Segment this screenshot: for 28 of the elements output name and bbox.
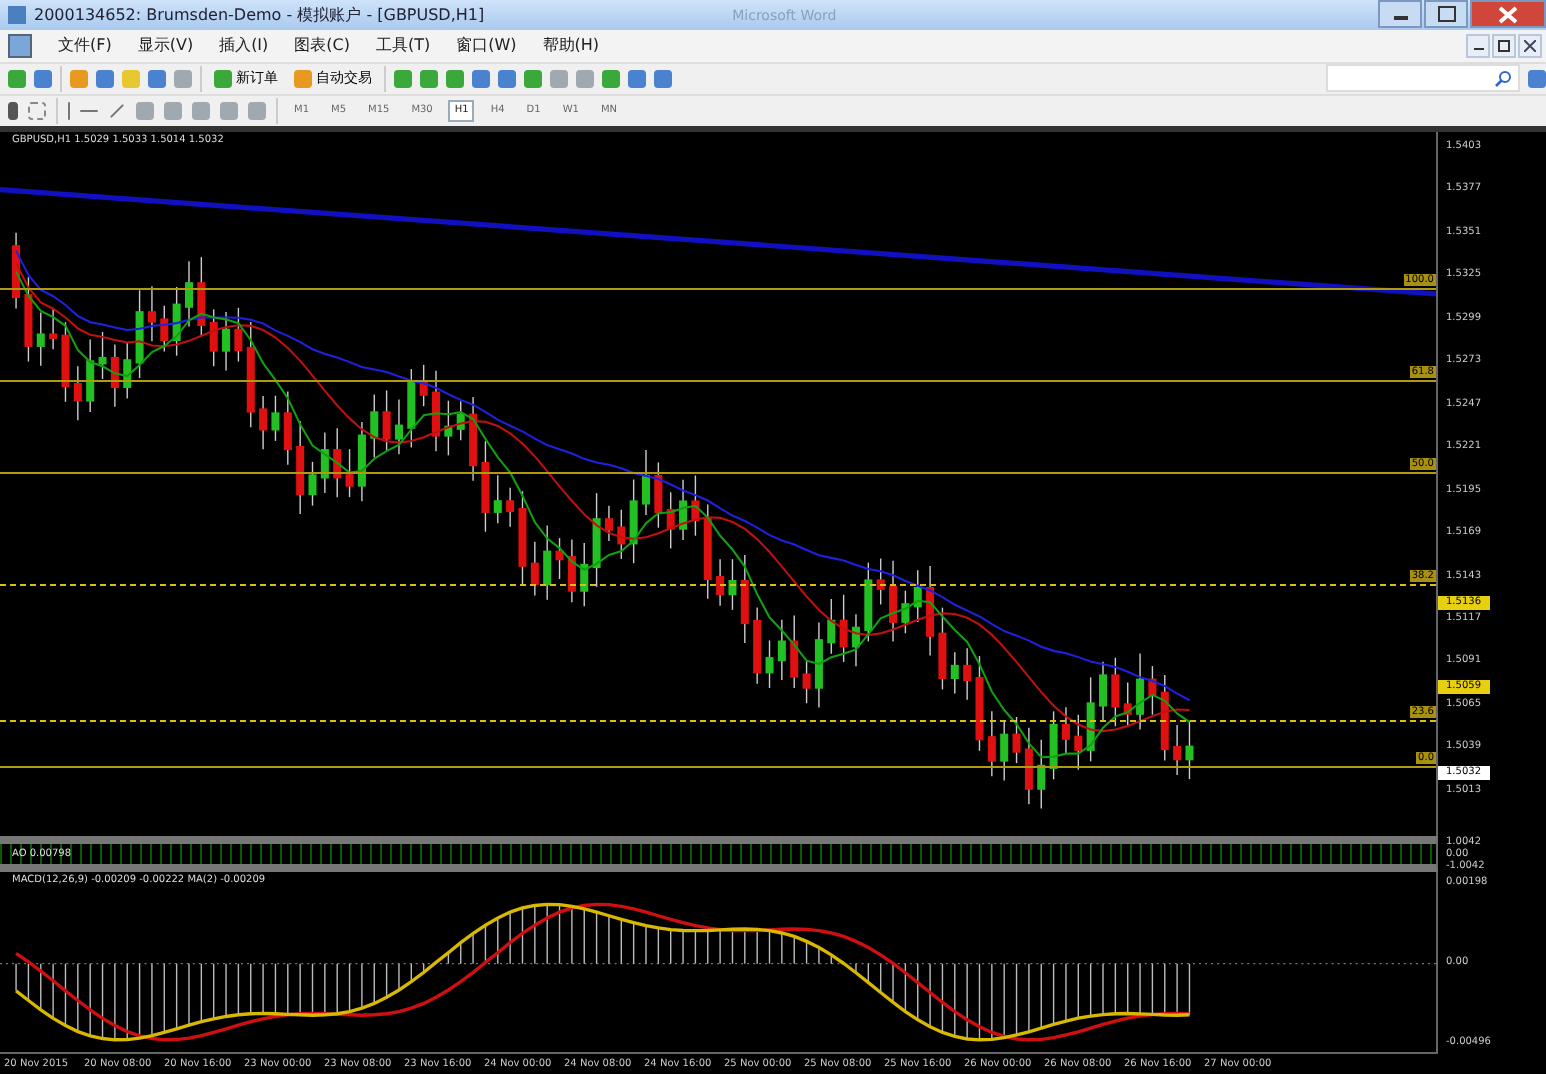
restore-button[interactable]: [1492, 33, 1516, 58]
close-button[interactable]: [1470, 0, 1546, 28]
minimize-button[interactable]: [1378, 0, 1422, 28]
close-icon: [1498, 5, 1518, 23]
maximize-button[interactable]: [1424, 0, 1468, 28]
trend-line[interactable]: [0, 187, 1436, 297]
menu-item[interactable]: 帮助(H): [542, 34, 600, 57]
vertical-line-icon[interactable]: [68, 101, 70, 120]
menu-item[interactable]: 插入(I): [219, 34, 269, 57]
horizontal-line-icon[interactable]: [80, 109, 98, 112]
menu-item[interactable]: 窗口(W): [456, 34, 517, 57]
restore-icon: [1498, 39, 1510, 52]
window-title: 2000134652: Brumsden-Demo - 模拟账户 - [GBPUSD,H1]: [34, 4, 485, 27]
close-button[interactable]: [1518, 33, 1542, 58]
menu-item[interactable]: 工具(T): [376, 34, 431, 57]
minimize-button[interactable]: [1466, 33, 1490, 58]
chart-window-icon: [8, 33, 32, 58]
close-icon: [1524, 39, 1536, 52]
menu-item[interactable]: 文件(F): [58, 34, 112, 57]
trendline-icon[interactable]: [109, 103, 125, 119]
search-icon: [1494, 69, 1512, 88]
minimize-icon: [1393, 16, 1407, 20]
menu-item[interactable]: 图表(C): [294, 34, 350, 57]
search-field[interactable]: [1326, 64, 1520, 93]
menu-item[interactable]: 显示(V): [137, 34, 194, 57]
minimize-icon: [1473, 47, 1483, 50]
app-icon: [8, 6, 26, 25]
maximize-icon: [1437, 6, 1455, 22]
